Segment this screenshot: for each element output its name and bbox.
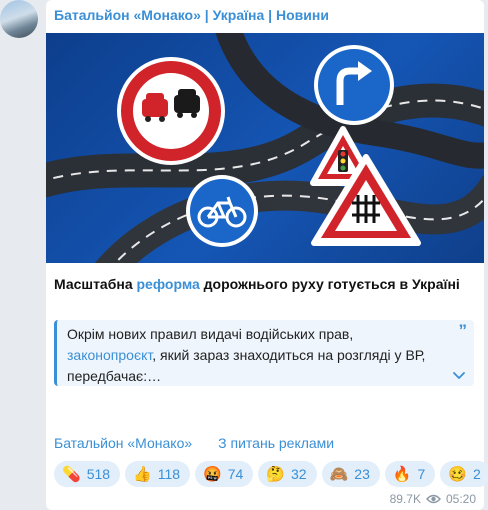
thinking-face-icon: 🤔 xyxy=(266,465,286,483)
headline-text: Масштабна xyxy=(54,276,137,292)
author-link[interactable]: Батальйон «Монако» xyxy=(54,435,192,451)
reaction-count: 23 xyxy=(354,466,370,482)
expandable-quote[interactable]: Окрім нових правил видачі водійських пра… xyxy=(54,320,474,386)
turn-right-sign-icon xyxy=(314,45,394,125)
angry-face-icon: 🤬 xyxy=(203,465,222,483)
chevron-down-icon[interactable] xyxy=(452,368,466,382)
quote-line-1: Окрім нових правил видачі водійських пра… xyxy=(67,326,354,342)
reaction-button[interactable]: 🤔 32 xyxy=(258,461,317,487)
no-overtaking-sign-icon xyxy=(117,57,225,165)
view-count: 89.7K xyxy=(389,492,421,506)
reaction-button[interactable]: 🤬 74 xyxy=(195,461,254,487)
headline-text-rest: дорожнього руху готується в Україні xyxy=(199,276,460,292)
eye-icon xyxy=(426,494,441,504)
reaction-count: 74 xyxy=(227,466,244,482)
reaction-button[interactable]: 🔥 7 xyxy=(384,461,436,487)
reaction-count: 118 xyxy=(157,466,181,482)
woozy-face-icon: 🥴 xyxy=(448,465,468,483)
quote-link[interactable]: законопроєкт xyxy=(67,347,152,363)
quote-marks-icon: ” xyxy=(458,321,468,340)
reaction-count: 32 xyxy=(291,466,307,482)
reaction-button[interactable]: 👍 118 xyxy=(125,461,191,487)
reactions-bar: 💊 518 👍 118 🤬 74 🤔 32 🙈 23 🔥 7 🥴 2 xyxy=(54,461,488,487)
bicycle-sign-icon xyxy=(186,175,258,247)
quote-line-3: передбачає:… xyxy=(67,368,162,384)
post-image[interactable] xyxy=(46,33,484,263)
quote-line-2: законопроєкт, який зараз знаходиться на … xyxy=(67,345,448,366)
message-bubble: Батальйон «Монако» | Україна | Новини Ма… xyxy=(46,0,488,510)
reaction-button[interactable]: 💊 518 xyxy=(54,461,121,487)
thumbs-up-icon: 👍 xyxy=(133,465,152,483)
reaction-count: 518 xyxy=(86,466,111,482)
message-meta: 89.7K 05:20 xyxy=(390,492,476,506)
road-signs-illustration xyxy=(46,33,484,263)
reaction-button[interactable]: 🥴 2 xyxy=(440,461,488,487)
see-no-evil-monkey-icon: 🙈 xyxy=(329,465,349,483)
pill-icon: 💊 xyxy=(62,465,81,483)
reaction-button[interactable]: 🙈 23 xyxy=(321,461,380,487)
fire-icon: 🔥 xyxy=(392,465,412,483)
footer-links: Батальйон «Монако» З питань реклами xyxy=(54,435,334,451)
message-time: 05:20 xyxy=(445,492,476,506)
reaction-count: 7 xyxy=(417,466,426,482)
channel-title[interactable]: Батальйон «Монако» | Україна | Новини xyxy=(54,7,329,23)
reaction-count: 2 xyxy=(473,466,481,482)
ads-link[interactable]: З питань реклами xyxy=(218,435,334,451)
headline-link[interactable]: реформа xyxy=(137,276,200,292)
channel-avatar[interactable] xyxy=(0,0,38,38)
post-headline: Масштабна реформа дорожнього руху готуєт… xyxy=(54,276,474,292)
quote-line-2-text: , який зараз знаходиться на розгляді у В… xyxy=(152,347,426,363)
